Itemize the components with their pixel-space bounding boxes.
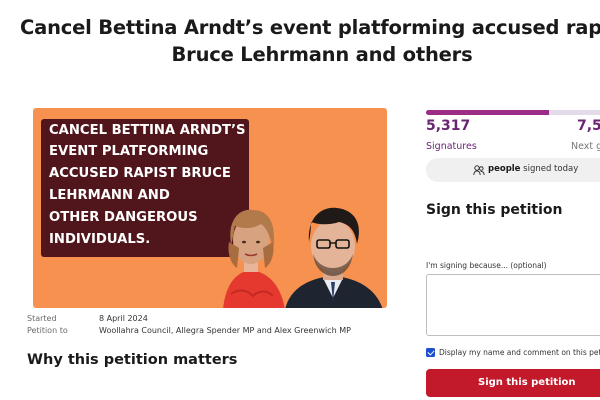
signed-today-rest: signed today [520,164,579,174]
signature-progress-bar [426,110,600,115]
hero-caption-line: OTHER DANGEROUS [49,210,198,225]
hero-caption-line: CANCEL BETTINA ARNDT’S [49,123,246,138]
people-icon [473,165,485,176]
hero-caption-line: INDIVIDUALS. [49,232,151,247]
next-goal-label: Next g [571,141,600,152]
signed-today-badge: people signed today [426,158,600,182]
hero-caption-line: EVENT PLATFORMING [49,144,209,159]
sign-petition-button[interactable]: Sign this petition [426,369,600,397]
petition-title-line-1: Cancel Bettina Arndt’s event platforming… [20,16,600,39]
sign-petition-heading: Sign this petition [426,202,563,218]
hero-caption-line: ACCUSED RAPIST BRUCE [49,166,231,181]
petition-title: Cancel Bettina Arndt’s event platforming… [20,14,600,68]
petition-hero-image: CANCEL BETTINA ARNDT’S EVENT PLATFORMING… [33,108,387,308]
started-date: 8 April 2024 [99,314,148,323]
signature-count: 5,317 [426,118,471,134]
signatures-label: Signatures [426,141,477,152]
signature-progress-fill [426,110,549,115]
man-photo [285,207,383,308]
signing-reason-textarea[interactable] [426,274,600,336]
why-petition-matters-heading: Why this petition matters [27,352,238,368]
signature-goal: 7,50 [577,118,600,134]
display-name-label[interactable]: Display my name and comment on this peti… [439,348,600,357]
started-label: Started [27,314,57,323]
signed-today-bold: people [488,164,521,174]
hero-caption-line: LEHRMANN AND [49,188,170,203]
signed-today-text: people signed today [488,164,578,174]
petition-to-recipients[interactable]: Woollahra Council, Allegra Spender MP an… [99,326,351,335]
petition-title-line-2: Bruce Lehrmann and others [171,43,473,66]
signing-reason-label: I'm signing because... (optional) [426,261,547,270]
petition-to-label: Petition to [27,326,68,335]
display-name-checkbox[interactable] [426,348,435,357]
